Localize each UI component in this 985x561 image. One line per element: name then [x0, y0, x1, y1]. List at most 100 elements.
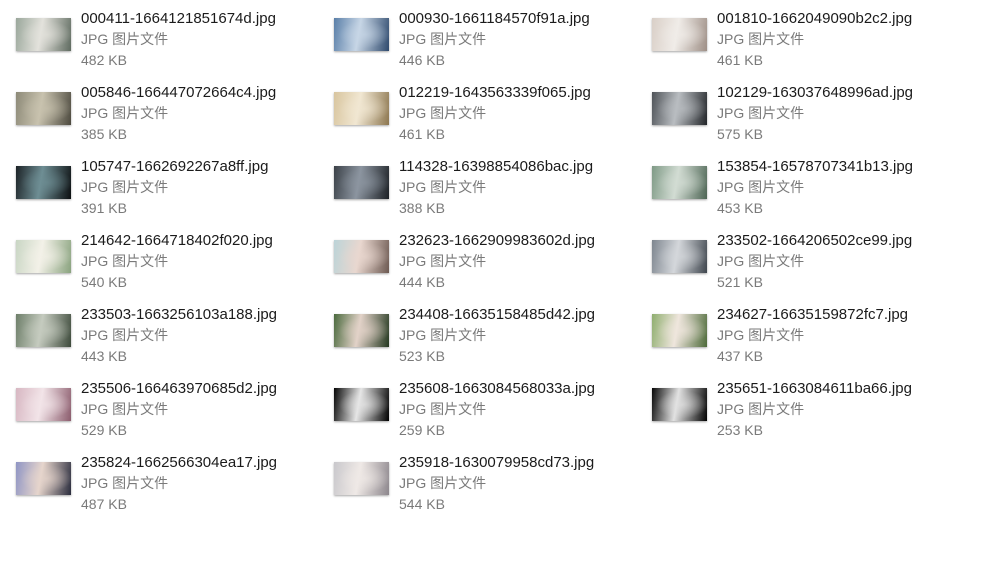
file-item[interactable]: 000411-1664121851674d.jpg JPG 图片文件 482 KB [0, 0, 300, 70]
file-size: 529 KB [81, 422, 127, 438]
file-type: JPG 图片文件 [399, 327, 487, 343]
file-item[interactable]: 235608-1663084568033a.jpg JPG 图片文件 259 KB [318, 370, 618, 440]
file-type: JPG 图片文件 [81, 327, 169, 343]
file-item[interactable]: 235651-1663084611ba66.jpg JPG 图片文件 253 KB [636, 370, 936, 440]
file-item[interactable]: 234408-16635158485d42.jpg JPG 图片文件 523 KB [318, 296, 618, 366]
file-name: 012219-1643563339f065.jpg [399, 84, 591, 101]
file-details: 235651-1663084611ba66.jpg JPG 图片文件 253 KB [717, 378, 957, 441]
file-thumbnail [652, 388, 707, 421]
file-thumbnail [16, 314, 71, 347]
file-item[interactable]: 001810-1662049090b2c2.jpg JPG 图片文件 461 KB [636, 0, 936, 70]
file-details: 234627-16635159872fc7.jpg JPG 图片文件 437 KB [717, 304, 957, 367]
file-details: 102129-163037648996ad.jpg JPG 图片文件 575 KB [717, 82, 957, 145]
file-thumbnail [334, 388, 389, 421]
file-type: JPG 图片文件 [717, 401, 805, 417]
file-item[interactable]: 235506-166463970685d2.jpg JPG 图片文件 529 KB [0, 370, 300, 440]
file-size: 482 KB [81, 52, 127, 68]
file-name: 000930-1661184570f91a.jpg [399, 10, 590, 27]
file-name: 233503-1663256103a188.jpg [81, 306, 278, 323]
file-size: 446 KB [399, 52, 445, 68]
file-name: 235651-1663084611ba66.jpg [717, 380, 912, 397]
file-name: 000411-1664121851674d.jpg [81, 10, 276, 27]
file-type: JPG 图片文件 [81, 31, 169, 47]
file-size: 437 KB [717, 348, 763, 364]
file-name: 005846-166447072664c4.jpg [81, 84, 277, 101]
file-type: JPG 图片文件 [81, 253, 169, 269]
file-item[interactable]: 114328-16398854086bac.jpg JPG 图片文件 388 KB [318, 148, 618, 218]
file-type: JPG 图片文件 [399, 253, 487, 269]
file-thumbnail [16, 388, 71, 421]
file-details: 235824-1662566304ea17.jpg JPG 图片文件 487 KB [81, 452, 321, 515]
file-item[interactable]: 235824-1662566304ea17.jpg JPG 图片文件 487 KB [0, 444, 300, 514]
file-name: 235824-1662566304ea17.jpg [81, 454, 278, 471]
file-size: 253 KB [717, 422, 763, 438]
file-thumbnail [334, 92, 389, 125]
file-type: JPG 图片文件 [81, 179, 169, 195]
file-type: JPG 图片文件 [717, 253, 805, 269]
file-item[interactable]: 214642-1664718402f020.jpg JPG 图片文件 540 KB [0, 222, 300, 292]
file-details: 114328-16398854086bac.jpg JPG 图片文件 388 KB [399, 156, 639, 219]
file-name: 214642-1664718402f020.jpg [81, 232, 273, 249]
file-details: 153854-16578707341b13.jpg JPG 图片文件 453 KB [717, 156, 957, 219]
file-item[interactable]: 000930-1661184570f91a.jpg JPG 图片文件 446 KB [318, 0, 618, 70]
file-size: 461 KB [717, 52, 763, 68]
file-item[interactable]: 105747-1662692267a8ff.jpg JPG 图片文件 391 KB [0, 148, 300, 218]
file-name: 102129-163037648996ad.jpg [717, 84, 914, 101]
file-size: 388 KB [399, 200, 445, 216]
file-details: 001810-1662049090b2c2.jpg JPG 图片文件 461 KB [717, 8, 957, 71]
file-type: JPG 图片文件 [81, 105, 169, 121]
file-item[interactable]: 235918-1630079958cd73.jpg JPG 图片文件 544 KB [318, 444, 618, 514]
file-thumbnail [16, 240, 71, 273]
file-item[interactable]: 005846-166447072664c4.jpg JPG 图片文件 385 KB [0, 74, 300, 144]
file-type: JPG 图片文件 [399, 475, 487, 491]
file-name: 235608-1663084568033a.jpg [399, 380, 596, 397]
file-name: 105747-1662692267a8ff.jpg [81, 158, 269, 175]
file-size: 521 KB [717, 274, 763, 290]
file-name: 235918-1630079958cd73.jpg [399, 454, 595, 471]
file-size: 444 KB [399, 274, 445, 290]
file-item[interactable]: 232623-1662909983602d.jpg JPG 图片文件 444 KB [318, 222, 618, 292]
file-size: 461 KB [399, 126, 445, 142]
file-item[interactable]: 233502-1664206502ce99.jpg JPG 图片文件 521 KB [636, 222, 936, 292]
file-name: 234408-16635158485d42.jpg [399, 306, 596, 323]
file-item[interactable]: 234627-16635159872fc7.jpg JPG 图片文件 437 KB [636, 296, 936, 366]
file-type: JPG 图片文件 [717, 31, 805, 47]
file-details: 235918-1630079958cd73.jpg JPG 图片文件 544 KB [399, 452, 639, 515]
file-thumbnail [16, 18, 71, 51]
file-item[interactable]: 012219-1643563339f065.jpg JPG 图片文件 461 KB [318, 74, 618, 144]
file-item[interactable]: 153854-16578707341b13.jpg JPG 图片文件 453 KB [636, 148, 936, 218]
file-grid: 000411-1664121851674d.jpg JPG 图片文件 482 KB 0… [0, 0, 985, 561]
file-details: 214642-1664718402f020.jpg JPG 图片文件 540 KB [81, 230, 321, 293]
file-details: 012219-1643563339f065.jpg JPG 图片文件 461 KB [399, 82, 639, 145]
file-thumbnail [16, 92, 71, 125]
file-thumbnail [16, 166, 71, 199]
file-size: 544 KB [399, 496, 445, 512]
file-thumbnail [16, 462, 71, 495]
file-thumbnail [652, 18, 707, 51]
file-thumbnail [334, 314, 389, 347]
file-thumbnail [334, 240, 389, 273]
file-details: 005846-166447072664c4.jpg JPG 图片文件 385 KB [81, 82, 321, 145]
file-details: 233503-1663256103a188.jpg JPG 图片文件 443 KB [81, 304, 321, 367]
file-name: 235506-166463970685d2.jpg [81, 380, 278, 397]
file-item[interactable]: 102129-163037648996ad.jpg JPG 图片文件 575 KB [636, 74, 936, 144]
file-type: JPG 图片文件 [399, 401, 487, 417]
file-thumbnail [652, 166, 707, 199]
file-type: JPG 图片文件 [81, 401, 169, 417]
file-details: 235506-166463970685d2.jpg JPG 图片文件 529 KB [81, 378, 321, 441]
file-details: 000411-1664121851674d.jpg JPG 图片文件 482 KB [81, 8, 321, 71]
file-size: 523 KB [399, 348, 445, 364]
file-type: JPG 图片文件 [399, 31, 487, 47]
file-item[interactable]: 233503-1663256103a188.jpg JPG 图片文件 443 KB [0, 296, 300, 366]
file-details: 000930-1661184570f91a.jpg JPG 图片文件 446 KB [399, 8, 639, 71]
file-type: JPG 图片文件 [81, 475, 169, 491]
file-size: 453 KB [717, 200, 763, 216]
file-details: 232623-1662909983602d.jpg JPG 图片文件 444 KB [399, 230, 639, 293]
file-thumbnail [334, 18, 389, 51]
file-details: 233502-1664206502ce99.jpg JPG 图片文件 521 KB [717, 230, 957, 293]
file-type: JPG 图片文件 [399, 105, 487, 121]
file-name: 232623-1662909983602d.jpg [399, 232, 596, 249]
file-name: 153854-16578707341b13.jpg [717, 158, 914, 175]
file-details: 234408-16635158485d42.jpg JPG 图片文件 523 KB [399, 304, 639, 367]
file-thumbnail [652, 240, 707, 273]
